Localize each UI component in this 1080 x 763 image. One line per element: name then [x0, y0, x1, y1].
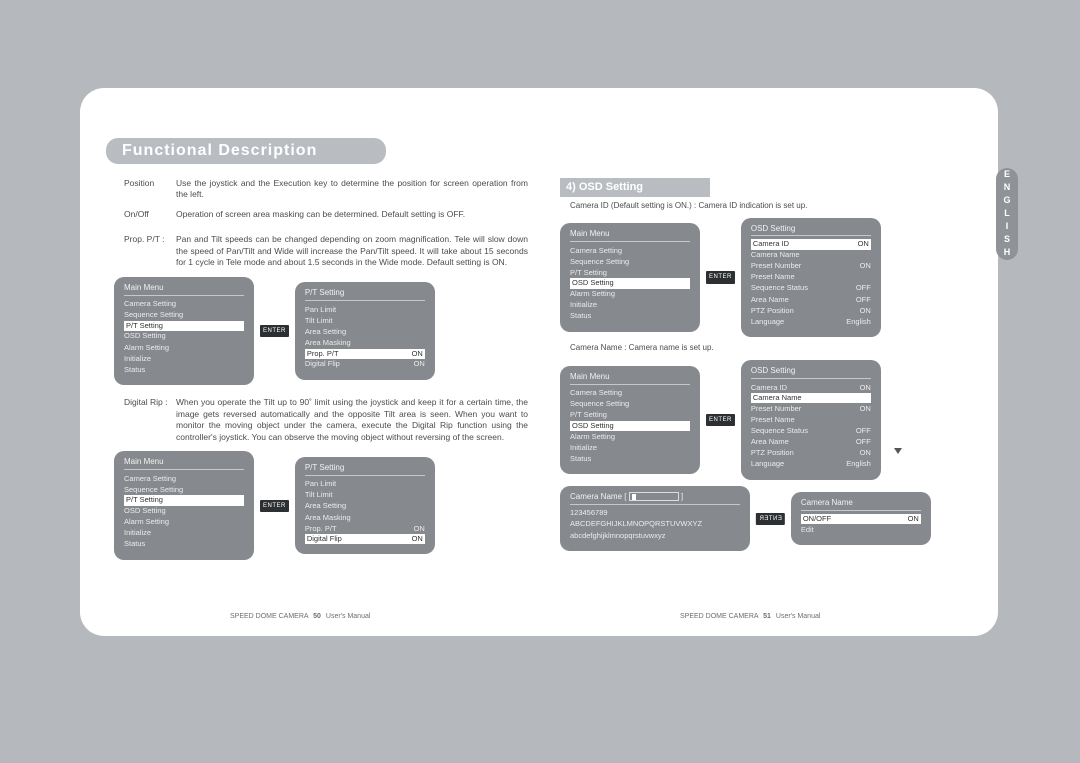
left-page: PositionUse the joystick and the Executi… [114, 178, 544, 572]
footer-brand: SPEED DOME CAMERA [230, 613, 308, 620]
section-osd-setting: 4) OSD Setting [560, 178, 710, 197]
label-digital-rip: Digital Rip : [124, 397, 176, 408]
manual-spread: ENGLISH Functional Description PositionU… [80, 88, 998, 636]
text-position: Use the joystick and the Execution key t… [176, 178, 528, 201]
pt-setting-box-1: P/T SettingPan LimitTilt LimitArea Setti… [295, 282, 435, 380]
arrow-down-icon [894, 446, 902, 456]
footer-suffix: User's Manual [776, 613, 821, 620]
text-prop-pt: Pan and Tilt speeds can be changed depen… [176, 234, 528, 268]
camera-name-menu-box: Camera NameON/OFFONEdit [791, 492, 931, 545]
osd-setting-box-b: OSD SettingCamera IDONCamera NamePreset … [741, 360, 881, 480]
enter-button[interactable]: ENTER [260, 500, 289, 512]
note-camera-name: Camera Name : Camera name is set up. [570, 343, 990, 354]
right-page: 4) OSD Setting Camera ID (Default settin… [560, 178, 990, 557]
text-digital-rip: When you operate the Tilt up to 90˚ limi… [176, 397, 528, 443]
text-onoff: Operation of screen area masking can be … [176, 209, 528, 220]
page-title-bar: Functional Description [106, 138, 386, 164]
menu-row-1: Main MenuCamera SettingSequence SettingP… [114, 277, 544, 386]
para-prop-pt: Prop. P/T :Pan and Tilt speeds can be ch… [124, 234, 538, 268]
osd-setting-box-a: OSD SettingCamera IDONCamera NamePreset … [741, 218, 881, 338]
main-menu-box-1: Main MenuCamera SettingSequence SettingP… [114, 277, 254, 386]
pt-setting-box-2: P/T SettingPan LimitTilt LimitArea Setti… [295, 457, 435, 555]
main-menu-box-2: Main MenuCamera SettingSequence SettingP… [114, 451, 254, 560]
enter-button[interactable]: ENTER [706, 414, 735, 426]
menu-row-r1: Main MenuCamera SettingSequence SettingP… [560, 218, 990, 338]
footer-right: SPEED DOME CAMERA 51 User's Manual [680, 613, 820, 620]
para-position: PositionUse the joystick and the Executi… [124, 178, 538, 201]
para-onoff: On/OffOperation of screen area masking c… [124, 209, 538, 220]
page-title: Functional Description [122, 142, 317, 160]
label-onoff: On/Off [124, 209, 176, 220]
camera-name-edit-box: Camera Name [ ]123456789ABCDEFGHIJKLMNOP… [560, 486, 750, 551]
label-position: Position [124, 178, 176, 189]
main-menu-box-r2: Main MenuCamera SettingSequence SettingP… [560, 366, 700, 475]
language-tab: ENGLISH [996, 168, 1018, 260]
enter-button[interactable]: ENTER [706, 271, 735, 283]
footer-left: SPEED DOME CAMERA 50 User's Manual [230, 613, 370, 620]
page-number-right: 51 [763, 613, 771, 620]
main-menu-box-r1: Main MenuCamera SettingSequence SettingP… [560, 223, 700, 332]
enter-button[interactable]: ENTER [756, 513, 785, 525]
page-number-left: 50 [313, 613, 321, 620]
footer-brand: SPEED DOME CAMERA [680, 613, 758, 620]
note-camera-id: Camera ID (Default setting is ON.) : Cam… [570, 201, 990, 212]
footer-suffix: User's Manual [326, 613, 371, 620]
para-digital-rip: Digital Rip :When you operate the Tilt u… [124, 397, 538, 443]
menu-row-r3: Camera Name [ ]123456789ABCDEFGHIJKLMNOP… [560, 486, 990, 551]
menu-row-2: Main MenuCamera SettingSequence SettingP… [114, 451, 544, 560]
menu-row-r2: Main MenuCamera SettingSequence SettingP… [560, 360, 990, 480]
label-prop-pt: Prop. P/T : [124, 234, 176, 245]
enter-button[interactable]: ENTER [260, 325, 289, 337]
